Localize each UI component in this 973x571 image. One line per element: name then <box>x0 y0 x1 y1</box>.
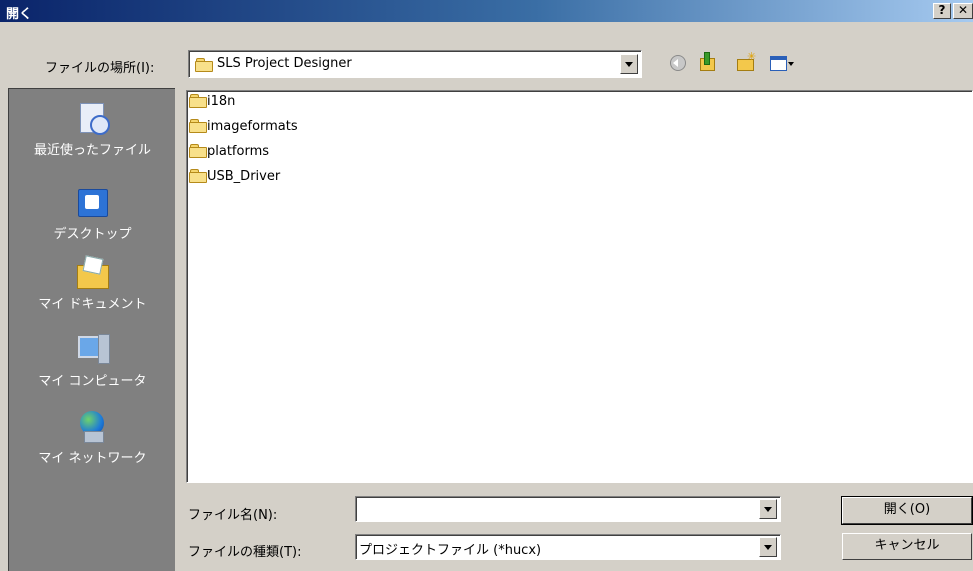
folder-icon <box>189 94 207 108</box>
my-documents-icon <box>76 257 110 289</box>
list-item-label: platforms <box>207 144 270 159</box>
up-folder-icon[interactable] <box>697 52 719 74</box>
places-desktop[interactable]: デスクトップ <box>9 187 176 242</box>
cancel-button[interactable]: キャンセル <box>842 533 972 560</box>
filetype-dropdown-arrow[interactable] <box>759 537 777 557</box>
open-file-dialog: 開く ? ✕ ファイルの場所(I): SLS Project Designer … <box>0 0 973 571</box>
places-my-network-label: マイ ネットワーク <box>38 451 147 466</box>
filetype-dropdown[interactable]: プロジェクトファイル (*hucx) <box>355 534 781 560</box>
my-computer-icon <box>76 334 110 366</box>
filetype-label: ファイルの種類(T): <box>188 545 302 560</box>
lookin-dropdown[interactable]: SLS Project Designer <box>188 50 642 78</box>
list-item-label: USB_Driver <box>207 169 281 184</box>
my-network-icon <box>76 411 110 443</box>
list-item[interactable]: platforms <box>189 144 269 162</box>
places-recent[interactable]: 最近使ったファイル <box>9 103 176 158</box>
close-button[interactable]: ✕ <box>953 3 973 19</box>
recent-documents-icon <box>76 103 110 135</box>
new-folder-icon[interactable] <box>735 50 757 74</box>
open-button[interactable]: 開く(O) <box>841 496 973 525</box>
places-recent-label: 最近使ったファイル <box>33 143 151 158</box>
file-list[interactable]: i18n imageformats platforms USB_Driver <box>186 90 973 483</box>
list-item[interactable]: i18n <box>189 94 235 112</box>
filename-label: ファイル名(N): <box>188 508 278 523</box>
list-item[interactable]: imageformats <box>189 119 298 137</box>
filename-combobox[interactable] <box>355 496 781 522</box>
places-bar: 最近使ったファイル デスクトップ マイ ドキュメント マイ コンピュータ マイ … <box>8 88 175 571</box>
filename-dropdown-arrow[interactable] <box>759 499 777 519</box>
folder-icon <box>189 144 207 158</box>
lookin-value: SLS Project Designer <box>217 56 352 71</box>
list-item-label: imageformats <box>207 119 298 134</box>
folder-icon <box>189 169 207 183</box>
places-desktop-label: デスクトップ <box>53 227 132 242</box>
list-item[interactable]: USB_Driver <box>189 169 280 187</box>
desktop-icon <box>76 187 110 219</box>
views-menu-icon[interactable] <box>768 52 796 74</box>
places-my-network[interactable]: マイ ネットワーク <box>9 411 176 466</box>
folder-icon <box>195 58 213 72</box>
filetype-value: プロジェクトファイル (*hucx) <box>359 543 542 558</box>
help-button[interactable]: ? <box>933 3 951 19</box>
places-my-computer[interactable]: マイ コンピュータ <box>9 334 176 389</box>
title-bar[interactable]: 開く ? ✕ <box>0 0 973 22</box>
window-title: 開く <box>6 7 33 22</box>
back-icon[interactable] <box>667 52 689 74</box>
lookin-dropdown-arrow[interactable] <box>620 54 638 74</box>
places-my-documents[interactable]: マイ ドキュメント <box>9 257 176 312</box>
places-my-documents-label: マイ ドキュメント <box>38 297 147 312</box>
list-item-label: i18n <box>207 94 236 109</box>
places-my-computer-label: マイ コンピュータ <box>38 374 147 389</box>
lookin-label: ファイルの場所(I): <box>45 61 155 76</box>
folder-icon <box>189 119 207 133</box>
